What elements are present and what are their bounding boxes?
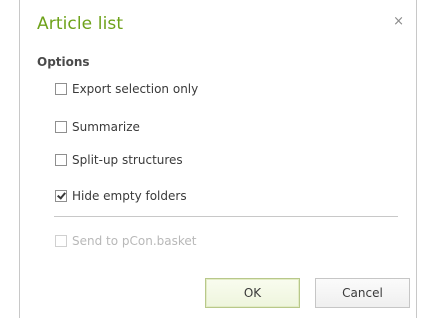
split-up-structures-label: Split-up structures xyxy=(72,153,183,167)
divider xyxy=(54,216,398,217)
option-split-up-structures[interactable]: Split-up structures xyxy=(55,153,183,167)
export-selection-only-checkbox[interactable] xyxy=(55,83,67,95)
dialog-title: Article list xyxy=(37,14,124,34)
export-selection-only-label: Export selection only xyxy=(72,82,199,96)
option-send-to-pcon-basket: Send to pCon.basket xyxy=(55,234,197,248)
article-list-dialog: Article list × Options Export selection … xyxy=(19,0,417,318)
hide-empty-folders-checkbox[interactable] xyxy=(55,190,67,202)
cancel-button[interactable]: Cancel xyxy=(315,278,410,308)
ok-button[interactable]: OK xyxy=(205,278,300,308)
send-to-pcon-basket-checkbox xyxy=(55,235,67,247)
close-icon[interactable]: × xyxy=(393,15,404,28)
option-export-selection-only[interactable]: Export selection only xyxy=(55,82,198,96)
summarize-checkbox[interactable] xyxy=(55,121,67,133)
options-section-label: Options xyxy=(37,55,90,69)
split-up-structures-checkbox[interactable] xyxy=(55,154,67,166)
send-to-pcon-basket-label: Send to pCon.basket xyxy=(72,234,197,248)
option-summarize[interactable]: Summarize xyxy=(55,120,140,134)
summarize-label: Summarize xyxy=(72,120,140,134)
option-hide-empty-folders[interactable]: Hide empty folders xyxy=(55,189,187,203)
hide-empty-folders-label: Hide empty folders xyxy=(72,189,187,203)
